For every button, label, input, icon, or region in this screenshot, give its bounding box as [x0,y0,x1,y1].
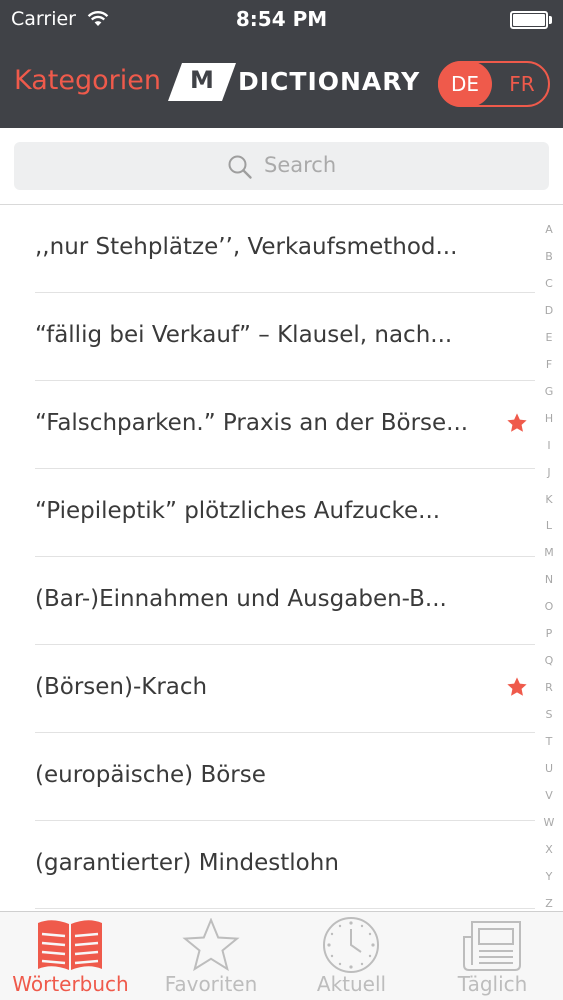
search-icon [227,154,253,180]
index-letter[interactable]: W [538,810,560,837]
index-letter[interactable]: M [538,540,560,567]
index-letter[interactable]: R [538,675,560,702]
list-item[interactable]: (garantierter) Mindestlohn [0,821,535,909]
index-letter[interactable]: T [538,729,560,756]
clock-icon [320,916,382,978]
entry-list: ,,nur Stehplätze’’, Verkaufsmethod... “f… [0,205,535,909]
index-letter[interactable]: J [538,460,560,487]
index-letter[interactable]: D [538,298,560,325]
list-item[interactable]: (Börsen)-Krach [0,645,535,733]
status-bar: Carrier 8:54 PM [0,0,563,40]
list-item[interactable]: ,,nur Stehplätze’’, Verkaufsmethod... [0,205,535,293]
tab-favoriten[interactable]: Favoriten [141,912,281,1000]
header: Carrier 8:54 PM Kategorien M DICTIONARY … [0,0,563,128]
lang-de-option[interactable]: DE [438,61,492,107]
star-icon [181,917,241,976]
logo-letter: M [190,66,214,94]
language-toggle[interactable]: DE FR [438,61,550,107]
index-letter[interactable]: N [538,567,560,594]
favorite-star-icon [506,676,528,698]
list-item[interactable]: “Piepileptik” plötzliches Aufzucke... [0,469,535,557]
battery-icon [510,11,552,29]
list-item-text: (garantierter) Mindestlohn [35,850,339,876]
index-letter[interactable]: K [538,487,560,514]
index-letter[interactable]: E [538,325,560,352]
list-item[interactable]: “fällig bei Verkauf” – Klausel, nach... [0,293,535,381]
index-letter[interactable]: H [538,406,560,433]
tab-label: Täglich [457,972,528,996]
logo-wordmark: DICTIONARY [238,67,421,96]
status-time: 8:54 PM [235,7,328,31]
list-item-text: “Piepileptik” plötzliches Aufzucke... [35,498,441,524]
list-item-text: “fällig bei Verkauf” – Klausel, nach... [35,322,453,348]
list-item-text: “Falschparken.” Praxis an der Börse... [35,410,469,436]
index-letter[interactable]: X [538,837,560,864]
tab-label: Favoriten [164,972,258,996]
kategorien-button[interactable]: Kategorien [14,65,161,96]
list-item-text: ,,nur Stehplätze’’, Verkaufsmethod... [35,234,458,260]
tab-bar: Wörterbuch Favoriten Aktuell Täglich [0,911,563,1000]
list-item-text: (Börsen)-Krach [35,674,208,700]
index-letter[interactable]: Y [538,864,560,891]
list-item-text: (Bar-)Einnahmen und Ausgaben-B... [35,586,447,612]
list-item[interactable]: “Falschparken.” Praxis an der Börse... [0,381,535,469]
index-letter[interactable]: C [538,271,560,298]
tab-woerterbuch[interactable]: Wörterbuch [0,912,141,1000]
favorite-star-icon [506,412,528,434]
tab-aktuell[interactable]: Aktuell [281,912,422,1000]
alphabet-index[interactable]: A B C D E F G H I J K L M N O P Q R S T … [538,217,560,918]
list-item[interactable]: (europäische) Börse [0,733,535,821]
tab-label: Wörterbuch [12,972,129,996]
index-letter[interactable]: F [538,352,560,379]
search-input[interactable]: Search [14,142,549,190]
search-placeholder: Search [264,153,337,177]
list-item[interactable]: (Bar-)Einnahmen und Ausgaben-B... [0,557,535,645]
divider [35,908,535,909]
index-letter[interactable]: G [538,379,560,406]
newspaper-icon [460,919,524,977]
index-letter[interactable]: O [538,594,560,621]
index-letter[interactable]: B [538,244,560,271]
index-letter[interactable]: U [538,756,560,783]
lang-fr-option[interactable]: FR [498,61,546,107]
tab-label: Aktuell [316,972,387,996]
index-letter[interactable]: P [538,621,560,648]
book-icon [36,917,104,975]
index-letter[interactable]: Q [538,648,560,675]
index-letter[interactable]: A [538,217,560,244]
list-item-text: (europäische) Börse [35,762,266,788]
index-letter[interactable]: I [538,433,560,460]
nav-bar: Kategorien M DICTIONARY DE FR [0,40,563,128]
index-letter[interactable]: S [538,702,560,729]
search-area: Search [0,128,563,205]
index-letter[interactable]: L [538,513,560,540]
tab-taeglich[interactable]: Täglich [422,912,563,1000]
index-letter[interactable]: V [538,783,560,810]
logo: M [168,63,236,101]
